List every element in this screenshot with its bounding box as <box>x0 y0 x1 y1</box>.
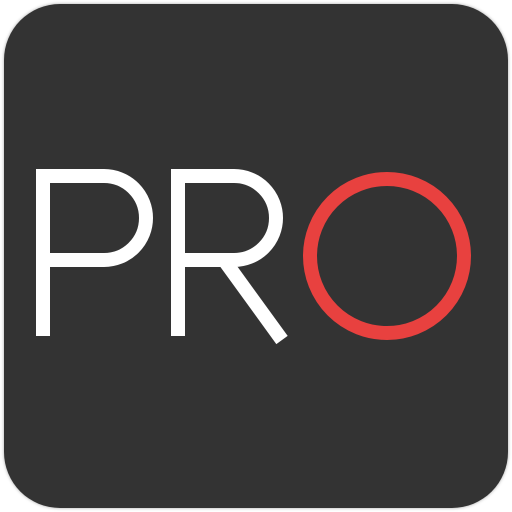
letter-o <box>303 172 471 340</box>
pro-logo-icon <box>36 169 471 345</box>
letter-r <box>171 169 288 345</box>
letter-p <box>36 169 153 336</box>
app-icon[interactable] <box>4 4 508 508</box>
